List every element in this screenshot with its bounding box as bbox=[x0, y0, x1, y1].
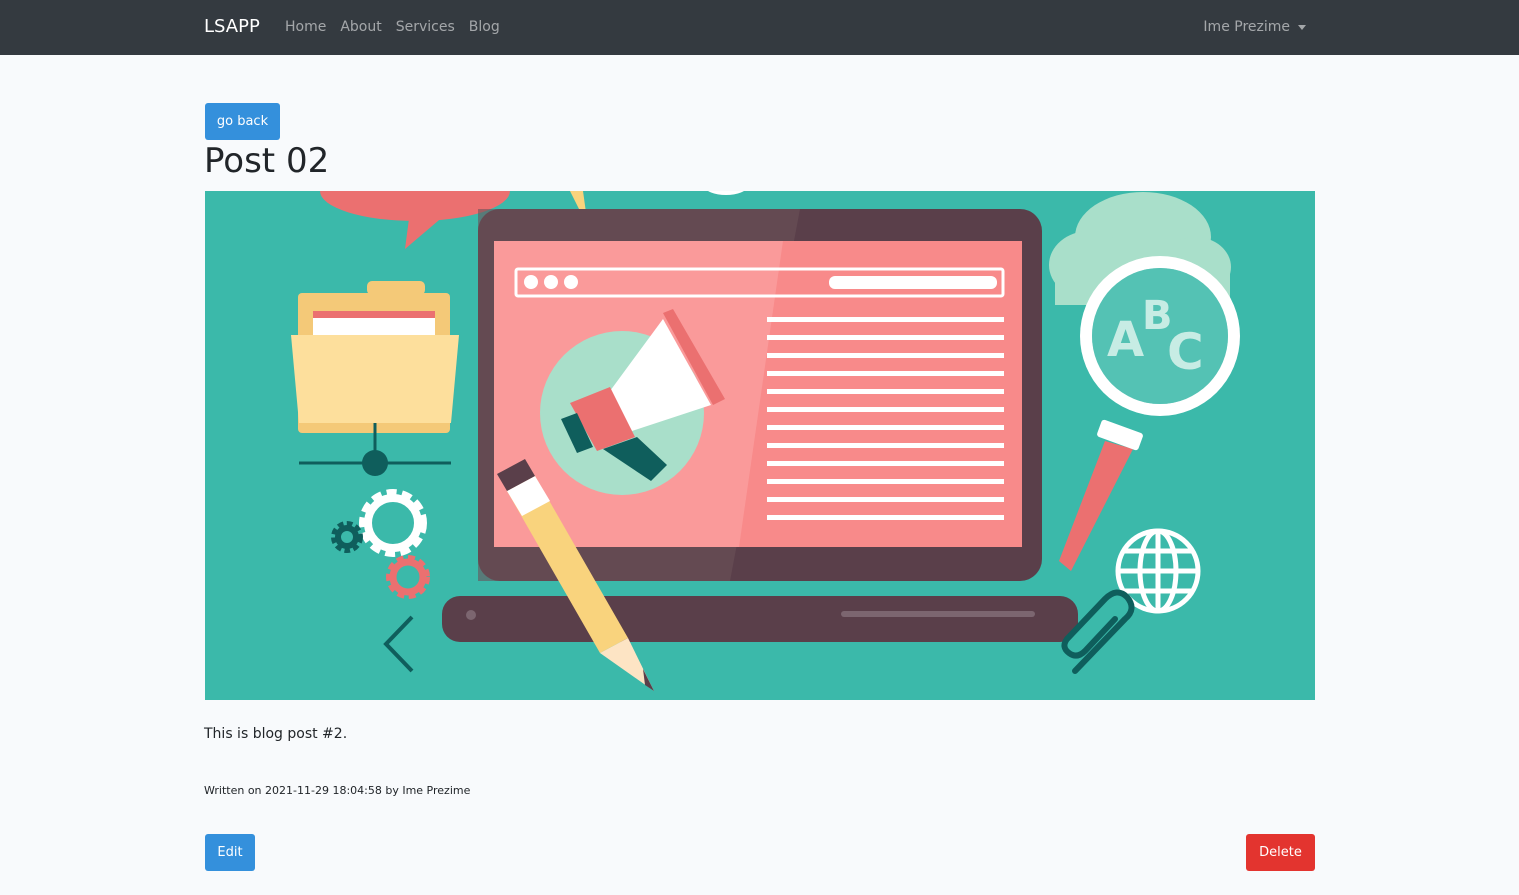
nav-link-blog[interactable]: Blog bbox=[469, 18, 500, 36]
delete-button[interactable]: Delete bbox=[1246, 834, 1315, 871]
post-body: This is blog post #2. bbox=[204, 726, 348, 742]
edit-button[interactable]: Edit bbox=[205, 834, 255, 871]
post-cover-image: A B C bbox=[205, 191, 1315, 700]
nav-link-services[interactable]: Services bbox=[396, 18, 455, 36]
magnifier-letter-a: A bbox=[1107, 312, 1144, 368]
user-name: Ime Prezime bbox=[1203, 19, 1290, 35]
laptop-icon bbox=[442, 209, 1078, 642]
nav-link-home[interactable]: Home bbox=[285, 18, 326, 36]
nav-links: Home About Services Blog bbox=[285, 18, 514, 36]
brand-link[interactable]: LSAPP bbox=[204, 16, 260, 38]
post-title: Post 02 bbox=[204, 141, 330, 181]
magnifier-letter-c: C bbox=[1167, 323, 1204, 381]
post-meta: Written on 2021-11-29 18:04:58 by Ime Pr… bbox=[204, 784, 471, 797]
navbar: LSAPP Home About Services Blog Ime Prezi… bbox=[0, 0, 1519, 55]
user-dropdown-toggle[interactable]: Ime Prezime bbox=[1203, 18, 1306, 36]
caret-down-icon bbox=[1298, 24, 1306, 30]
go-back-button[interactable]: go back bbox=[205, 103, 280, 140]
nav-link-about[interactable]: About bbox=[340, 18, 381, 36]
